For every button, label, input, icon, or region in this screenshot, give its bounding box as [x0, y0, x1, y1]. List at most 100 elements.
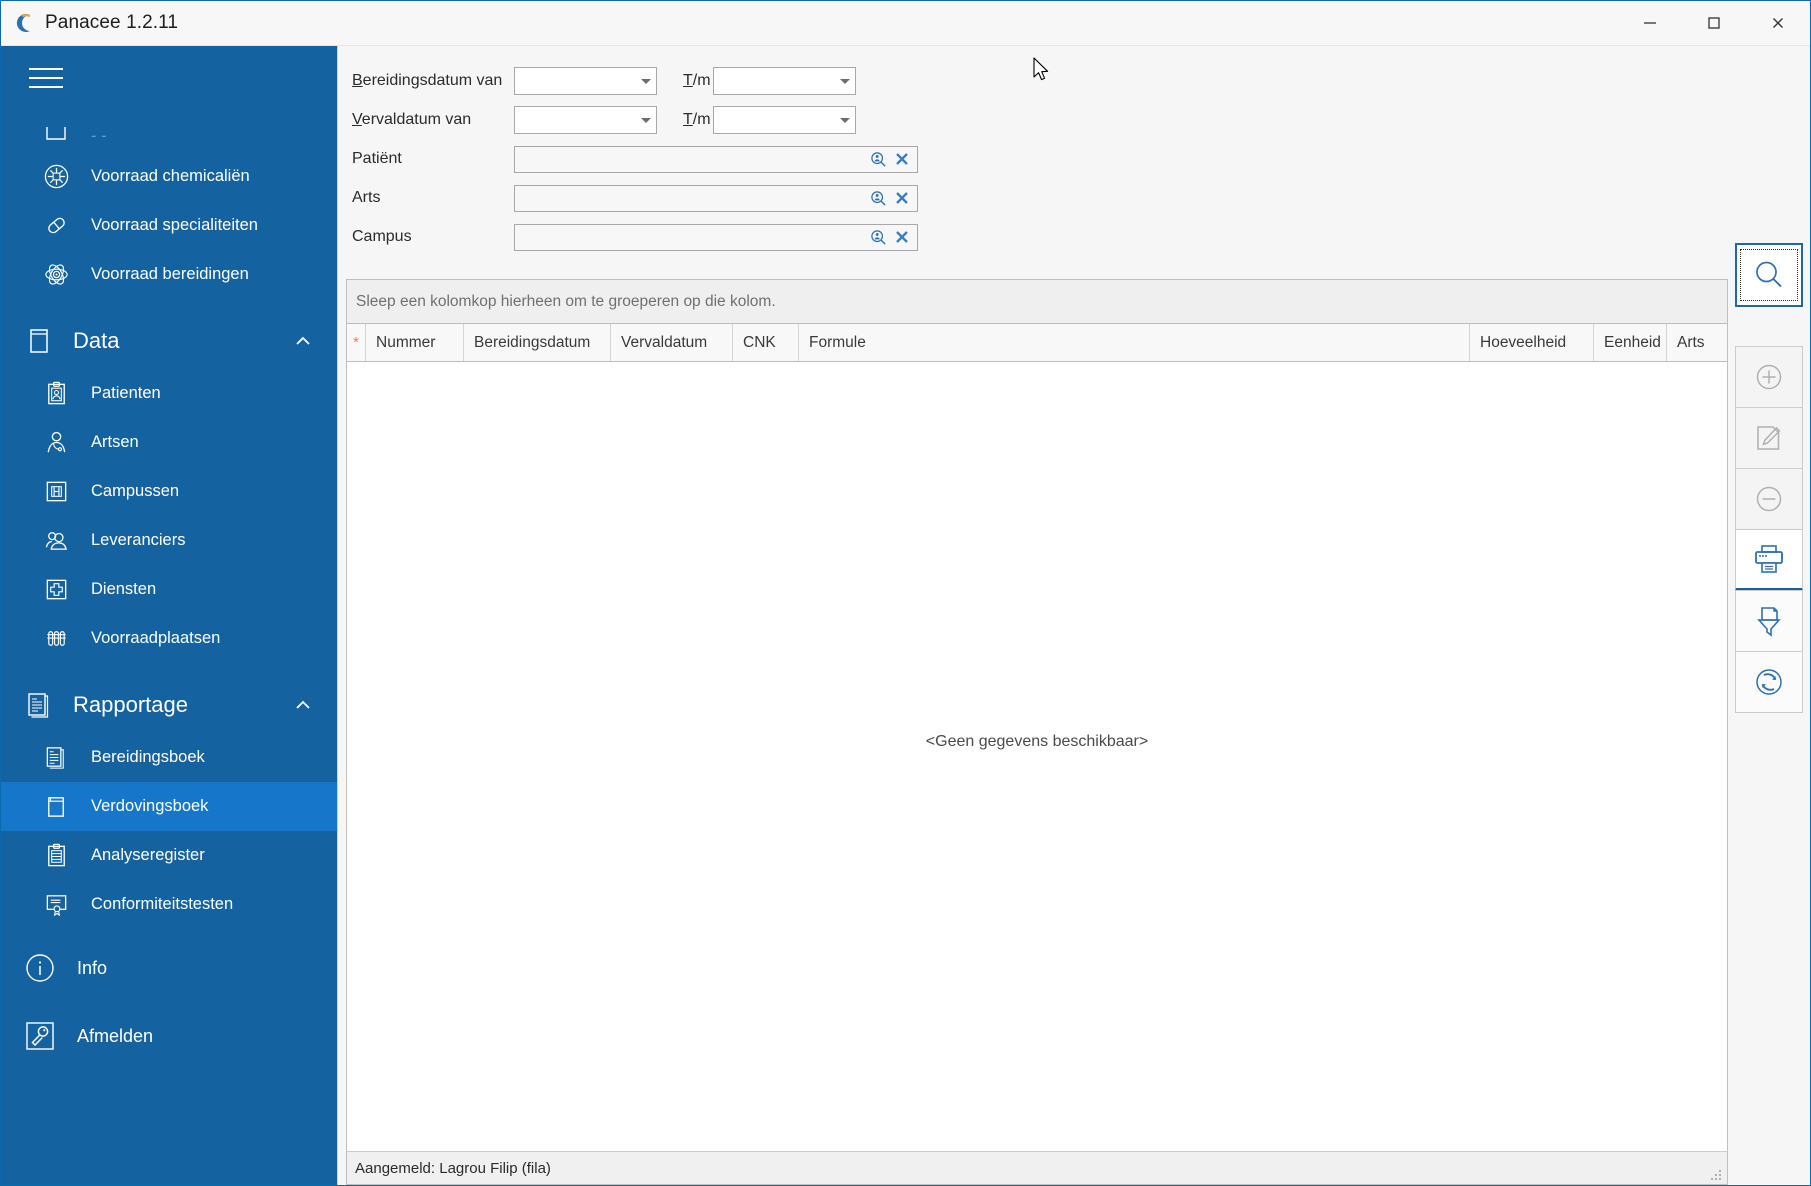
application-window: Panacee 1.2.11 - - Voorraad chemicaliën … [0, 0, 1811, 1186]
patient-label: Patiënt [352, 150, 402, 167]
sidebar-item-voorraad-chemicalien[interactable]: Voorraad chemicaliën [1, 152, 337, 201]
sidebar-item-conformiteitstesten[interactable]: Conformiteitstesten [1, 880, 337, 929]
patient-clipboard-icon [41, 379, 71, 409]
report-pages-icon [41, 743, 71, 773]
chevron-up-icon[interactable] [293, 331, 313, 351]
sidebar-item-voorraad-bereidingen[interactable]: Voorraad bereidingen [1, 250, 337, 299]
book-icon [23, 325, 55, 357]
sidebar-item-artsen[interactable]: Artsen [1, 418, 337, 467]
filter-row-arts: Arts [352, 179, 1728, 217]
sidebar-item-leveranciers[interactable]: Leveranciers [1, 516, 337, 565]
search-button[interactable] [1735, 243, 1803, 307]
clear-x-icon[interactable] [893, 151, 910, 168]
column-header-arts[interactable]: Arts [1667, 324, 1727, 361]
print-button[interactable] [1735, 529, 1803, 591]
plus-circle-icon [1752, 360, 1786, 394]
arts-label: Arts [352, 189, 381, 206]
service-cross-icon [41, 575, 71, 605]
column-header-eenheid[interactable]: Eenheid [1594, 324, 1667, 361]
minimize-button[interactable] [1618, 1, 1682, 45]
sidebar-item-bereidingsboek[interactable]: Bereidingsboek [1, 733, 337, 782]
chevron-down-icon[interactable] [840, 78, 850, 84]
lookup-person-icon[interactable] [870, 190, 887, 207]
tm-label-1: T/m [683, 72, 711, 89]
sidebar-item-label: Verdovingsboek [91, 797, 209, 815]
vervaldatum-tm-input[interactable] [713, 106, 856, 134]
column-header-formule[interactable]: Formule [799, 324, 1470, 361]
report-icon [23, 689, 55, 721]
sidebar-item-label: Leveranciers [91, 531, 186, 549]
clear-x-icon[interactable] [893, 229, 910, 246]
hospital-icon [41, 477, 71, 507]
app-title: Panacee 1.2.11 [45, 12, 179, 33]
sidebar-item-label: Campussen [91, 482, 180, 500]
suppliers-icon [41, 526, 71, 556]
sidebar-group-rapportage[interactable]: Rapportage [1, 677, 337, 733]
add-button[interactable] [1735, 346, 1803, 408]
minus-circle-icon [1752, 482, 1786, 516]
certificate-icon [41, 890, 71, 920]
close-button[interactable] [1746, 1, 1810, 45]
chevron-down-icon[interactable] [641, 78, 651, 84]
clear-x-icon[interactable] [893, 190, 910, 207]
filter-panel: Bereidingsdatum van T/m Vervaldatum van [338, 46, 1728, 271]
sidebar-scroll-area: - - Voorraad chemicaliën Voorraad specia… [1, 120, 337, 1185]
tray-icon [41, 121, 71, 151]
column-header-cnk[interactable]: CNK [733, 324, 799, 361]
sidebar-item-afmelden[interactable]: Afmelden [1, 1007, 337, 1065]
crescent-logo-icon [13, 12, 35, 34]
action-toolbar [1728, 46, 1810, 1185]
window-body: - - Voorraad chemicaliën Voorraad specia… [1, 46, 1810, 1185]
delete-button[interactable] [1735, 468, 1803, 530]
sidebar-item-analyseregister[interactable]: Analyseregister [1, 831, 337, 880]
chevron-up-icon[interactable] [293, 695, 313, 715]
window-controls [1618, 1, 1810, 45]
column-header-vervaldatum[interactable]: Vervaldatum [611, 324, 733, 361]
campus-lookup-input[interactable] [514, 223, 918, 251]
lookup-person-icon[interactable] [870, 151, 887, 168]
grid-header-row: * Nummer Bereidingsdatum Vervaldatum CNK… [347, 324, 1727, 362]
printer-icon [1751, 542, 1787, 576]
maximize-button[interactable] [1682, 1, 1746, 45]
refresh-button[interactable] [1735, 651, 1803, 713]
title-bar: Panacee 1.2.11 [1, 1, 1810, 46]
chevron-down-icon[interactable] [840, 117, 850, 123]
column-header-nummer[interactable]: Nummer [366, 324, 464, 361]
sidebar-item-voorraad-specialiteiten[interactable]: Voorraad specialiteiten [1, 201, 337, 250]
filter-row-campus: Campus [352, 218, 1728, 256]
bereidingsdatum-van-input[interactable] [514, 67, 657, 95]
column-header-hoeveelheid[interactable]: Hoeveelheid [1470, 324, 1594, 361]
sidebar-item-voorraadplaatsen[interactable]: Voorraadplaatsen [1, 614, 337, 663]
export-funnel-icon [1752, 604, 1786, 638]
group-by-panel[interactable]: Sleep een kolomkop hierheen om te groepe… [347, 280, 1727, 324]
sidebar-item-label: Conformiteitstesten [91, 895, 234, 913]
hamburger-menu-icon[interactable] [1, 46, 63, 88]
notebook-icon [41, 792, 71, 822]
pencil-edit-icon [1752, 421, 1786, 455]
column-header-bereidingsdatum[interactable]: Bereidingsdatum [464, 324, 611, 361]
sidebar-item-label: Voorraad specialiteiten [91, 216, 258, 234]
resize-grip-icon[interactable] [1709, 1167, 1723, 1181]
sidebar-item-diensten[interactable]: Diensten [1, 565, 337, 614]
bereidingsdatum-tm-input[interactable] [713, 67, 856, 95]
key-logout-icon [23, 1019, 57, 1053]
test-tubes-icon [41, 624, 71, 654]
patient-lookup-input[interactable] [514, 145, 918, 173]
export-button[interactable] [1735, 590, 1803, 652]
lookup-person-icon[interactable] [870, 229, 887, 246]
arts-lookup-input[interactable] [514, 184, 918, 212]
capsule-icon [41, 211, 71, 241]
sidebar-item-label: Voorraad bereidingen [91, 265, 249, 283]
atom-icon [41, 260, 71, 290]
vervaldatum-van-input[interactable] [514, 106, 657, 134]
sidebar-item-patienten[interactable]: Patienten [1, 369, 337, 418]
chevron-down-icon[interactable] [641, 117, 651, 123]
sidebar-item-info[interactable]: Info [1, 939, 337, 997]
sidebar-group-data[interactable]: Data [1, 313, 337, 369]
edit-button[interactable] [1735, 407, 1803, 469]
sidebar-item-campussen[interactable]: Campussen [1, 467, 337, 516]
filter-row-vervaldatum: Vervaldatum van T/m [352, 101, 1728, 139]
sidebar-item-partial[interactable]: - - [1, 120, 337, 152]
sidebar-item-verdovingsboek[interactable]: Verdovingsboek [1, 782, 337, 831]
sidebar-item-partial-label: - - [91, 126, 107, 145]
